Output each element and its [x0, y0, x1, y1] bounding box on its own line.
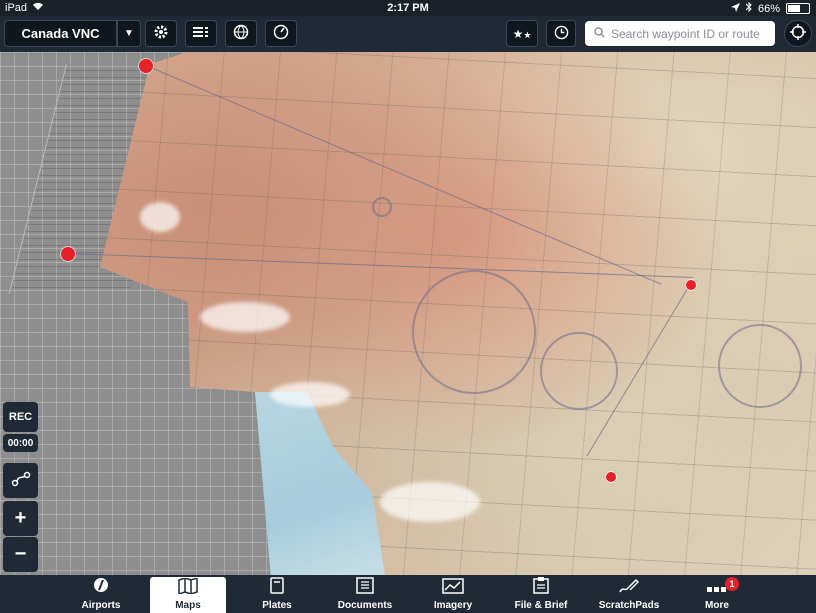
crosshair-icon	[790, 24, 806, 43]
globe-icon	[233, 24, 249, 43]
gauge-button[interactable]	[265, 20, 297, 47]
documents-icon	[356, 577, 374, 599]
mountain-snow	[140, 202, 180, 232]
top-toolbar: Canada VNC ▼ ★★ Search waypoint ID or ro…	[0, 16, 816, 53]
search-icon	[594, 26, 605, 41]
mountain-snow	[380, 482, 480, 522]
record-button[interactable]: REC	[3, 402, 38, 432]
location-arrow-icon	[730, 2, 740, 15]
tab-more[interactable]: 1 More	[679, 577, 755, 613]
gauge-icon	[273, 24, 289, 43]
mountain-snow	[200, 302, 290, 332]
gear-icon	[153, 24, 169, 43]
clock-icon	[554, 25, 569, 43]
tab-maps[interactable]: Maps	[150, 576, 226, 613]
compass-icon	[92, 576, 110, 599]
tab-label: Maps	[175, 600, 201, 611]
airspace-circle	[372, 197, 392, 217]
recording-timer: 00:00	[3, 434, 38, 452]
bluetooth-icon	[745, 1, 752, 15]
zoom-out-button[interactable]: −	[3, 537, 38, 572]
chart-corner-marker[interactable]	[686, 280, 696, 290]
tab-scratchpads[interactable]: ScratchPads	[591, 577, 667, 613]
tab-label: Documents	[337, 600, 393, 611]
tab-file-brief[interactable]: File & Brief	[503, 577, 579, 613]
airspace-circle	[412, 270, 536, 394]
tab-label: Plates	[262, 600, 292, 611]
notification-badge: 1	[725, 577, 739, 591]
map-icon	[178, 576, 198, 599]
clipboard-icon	[533, 577, 549, 599]
caret-down-icon: ▼	[124, 28, 134, 39]
tab-plates[interactable]: Plates	[239, 577, 315, 613]
favorites-button[interactable]: ★★	[506, 20, 538, 47]
zoom-in-button[interactable]: +	[3, 501, 38, 536]
pen-icon	[618, 578, 640, 599]
tab-airports[interactable]: Airports	[63, 577, 139, 613]
chart-corner-marker[interactable]	[139, 59, 153, 73]
mountain-snow	[270, 382, 350, 407]
tab-documents[interactable]: Documents	[327, 577, 403, 613]
chart-corner-marker[interactable]	[606, 472, 616, 482]
tab-imagery[interactable]: Imagery	[415, 577, 491, 613]
tab-label: Imagery	[433, 600, 473, 611]
globe-button[interactable]	[225, 20, 257, 47]
tab-label: Airports	[81, 600, 121, 611]
map-layer-selector[interactable]: Canada VNC	[4, 20, 117, 47]
layers-list-button[interactable]	[185, 20, 217, 47]
tab-label: More	[705, 600, 729, 611]
battery-percent: 66%	[757, 2, 780, 15]
route-icon	[11, 471, 31, 490]
status-bar: iPad 2:17 PM 66%	[0, 0, 816, 16]
airspace-circle	[718, 324, 802, 408]
battery-icon	[786, 3, 810, 14]
plates-icon	[270, 577, 284, 599]
map-view[interactable]: REC 00:00 + −	[0, 52, 816, 575]
route-button[interactable]	[3, 463, 38, 498]
imagery-icon	[442, 578, 464, 599]
waypoint-search-input[interactable]: Search waypoint ID or route	[585, 21, 775, 46]
tab-label: File & Brief	[514, 600, 568, 611]
airspace-circle	[540, 332, 618, 410]
layer-dropdown-button[interactable]: ▼	[117, 20, 141, 47]
stars-icon: ★★	[512, 26, 532, 41]
clock: 2:17 PM	[387, 2, 429, 14]
bottom-tab-bar: Airports Maps Plates Documents Imagery F…	[0, 575, 816, 613]
search-placeholder: Search waypoint ID or route	[611, 26, 760, 41]
chart-corner-marker[interactable]	[61, 247, 75, 261]
tab-label: ScratchPads	[598, 600, 660, 611]
recents-button[interactable]	[546, 20, 576, 47]
track-up-button[interactable]	[784, 20, 812, 47]
settings-button[interactable]	[145, 20, 177, 47]
list-icon	[193, 26, 209, 41]
